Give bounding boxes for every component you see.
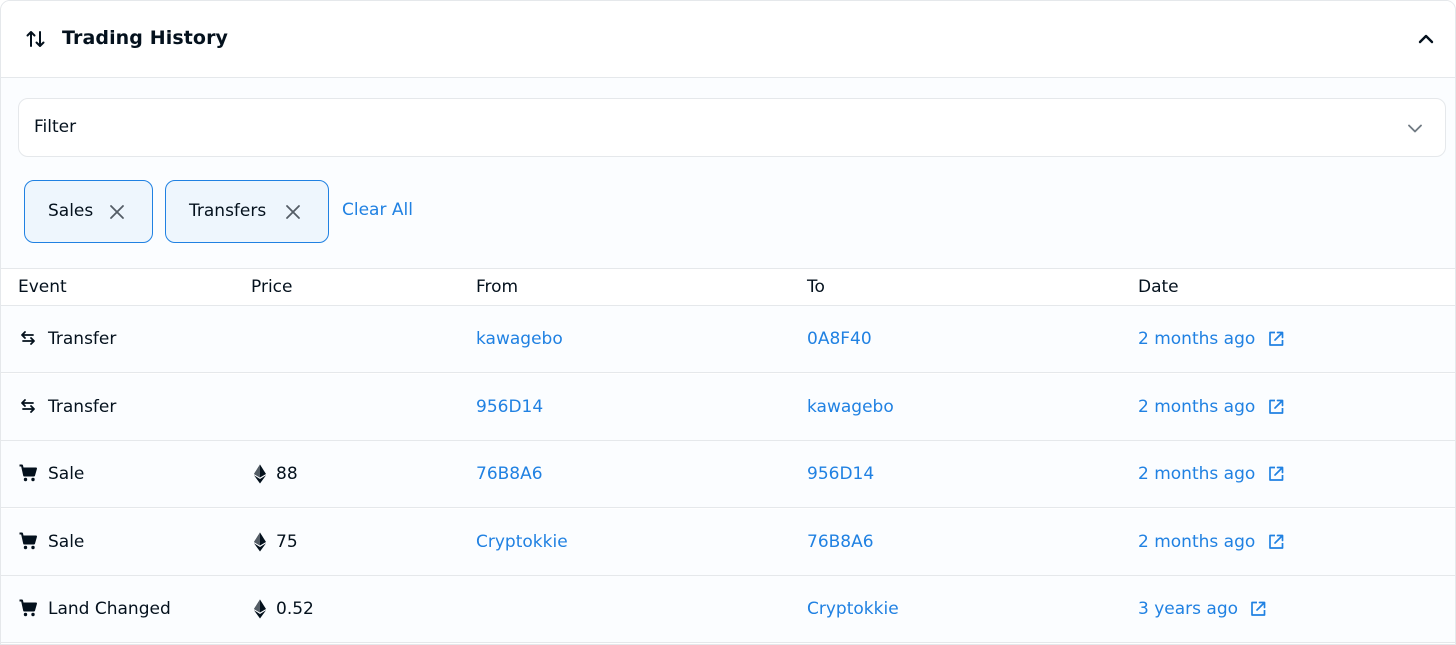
- price-value: 75: [276, 532, 298, 552]
- close-icon[interactable]: [284, 203, 302, 221]
- table-row: Land Changed 0.52 Cryptokkie 3 years ago: [1, 576, 1455, 643]
- ethereum-icon: [253, 532, 267, 552]
- from-link[interactable]: Cryptokkie: [476, 532, 568, 552]
- filter-label: Filter: [34, 117, 77, 137]
- table-header: Event Price From To Date: [1, 269, 1455, 306]
- from-link[interactable]: 76B8A6: [476, 464, 543, 484]
- external-link-icon[interactable]: [1267, 465, 1285, 483]
- event-label: Transfer: [48, 397, 117, 417]
- table-row: Sale 88 76B8A6 956D14 2 months ago: [1, 441, 1455, 508]
- filter-pill-label: Sales: [48, 201, 94, 221]
- cart-icon: [18, 598, 38, 618]
- date-link[interactable]: 2 months ago: [1138, 329, 1255, 349]
- swap-horizontal-icon: [18, 328, 38, 348]
- to-link[interactable]: 956D14: [807, 464, 874, 484]
- from-link[interactable]: kawagebo: [476, 329, 563, 349]
- to-link[interactable]: 0A8F40: [807, 329, 872, 349]
- column-header-to: To: [807, 277, 825, 297]
- event-label: Transfer: [48, 329, 117, 349]
- column-header-from: From: [476, 277, 519, 297]
- close-icon[interactable]: [108, 203, 126, 221]
- cart-icon: [18, 531, 38, 551]
- date-link[interactable]: 2 months ago: [1138, 397, 1255, 417]
- filter-dropdown[interactable]: Filter: [18, 98, 1446, 157]
- to-link[interactable]: kawagebo: [807, 397, 894, 417]
- table-row: Sale 75 Cryptokkie 76B8A6 2 months ago: [1, 509, 1455, 576]
- to-link[interactable]: 76B8A6: [807, 532, 874, 552]
- event-label: Land Changed: [48, 599, 171, 619]
- swap-horizontal-icon: [18, 396, 38, 416]
- chevron-up-icon[interactable]: [1415, 28, 1437, 50]
- cart-icon: [18, 463, 38, 483]
- price-value: 0.52: [276, 599, 314, 619]
- external-link-icon[interactable]: [1267, 533, 1285, 551]
- panel-title: Trading History: [62, 27, 229, 49]
- external-link-icon[interactable]: [1249, 600, 1267, 618]
- price-value: 88: [276, 464, 298, 484]
- date-link[interactable]: 2 months ago: [1138, 464, 1255, 484]
- external-link-icon[interactable]: [1267, 330, 1285, 348]
- to-link[interactable]: Cryptokkie: [807, 599, 899, 619]
- trading-history-panel: Trading History Filter Sales Transfers C…: [0, 0, 1456, 645]
- column-header-price: Price: [251, 277, 293, 297]
- filter-pill-transfers[interactable]: Transfers: [165, 180, 329, 243]
- swap-vertical-icon: [25, 28, 47, 50]
- chevron-down-icon: [1405, 118, 1425, 138]
- panel-header[interactable]: Trading History: [1, 1, 1455, 78]
- clear-all-button[interactable]: Clear All: [342, 200, 413, 220]
- ethereum-icon: [253, 599, 267, 619]
- event-label: Sale: [48, 532, 85, 552]
- table-row: Transfer kawagebo 0A8F40 2 months ago: [1, 306, 1455, 373]
- column-header-event: Event: [18, 277, 67, 297]
- date-link[interactable]: 2 months ago: [1138, 532, 1255, 552]
- filter-area: Filter Sales Transfers Clear All: [1, 78, 1455, 269]
- event-label: Sale: [48, 464, 85, 484]
- table-row: Transfer 956D14 kawagebo 2 months ago: [1, 374, 1455, 441]
- filter-pill-label: Transfers: [189, 201, 267, 221]
- filter-pill-sales[interactable]: Sales: [24, 180, 153, 243]
- column-header-date: Date: [1138, 277, 1179, 297]
- ethereum-icon: [253, 464, 267, 484]
- external-link-icon[interactable]: [1267, 398, 1285, 416]
- from-link[interactable]: 956D14: [476, 397, 543, 417]
- date-link[interactable]: 3 years ago: [1138, 599, 1238, 619]
